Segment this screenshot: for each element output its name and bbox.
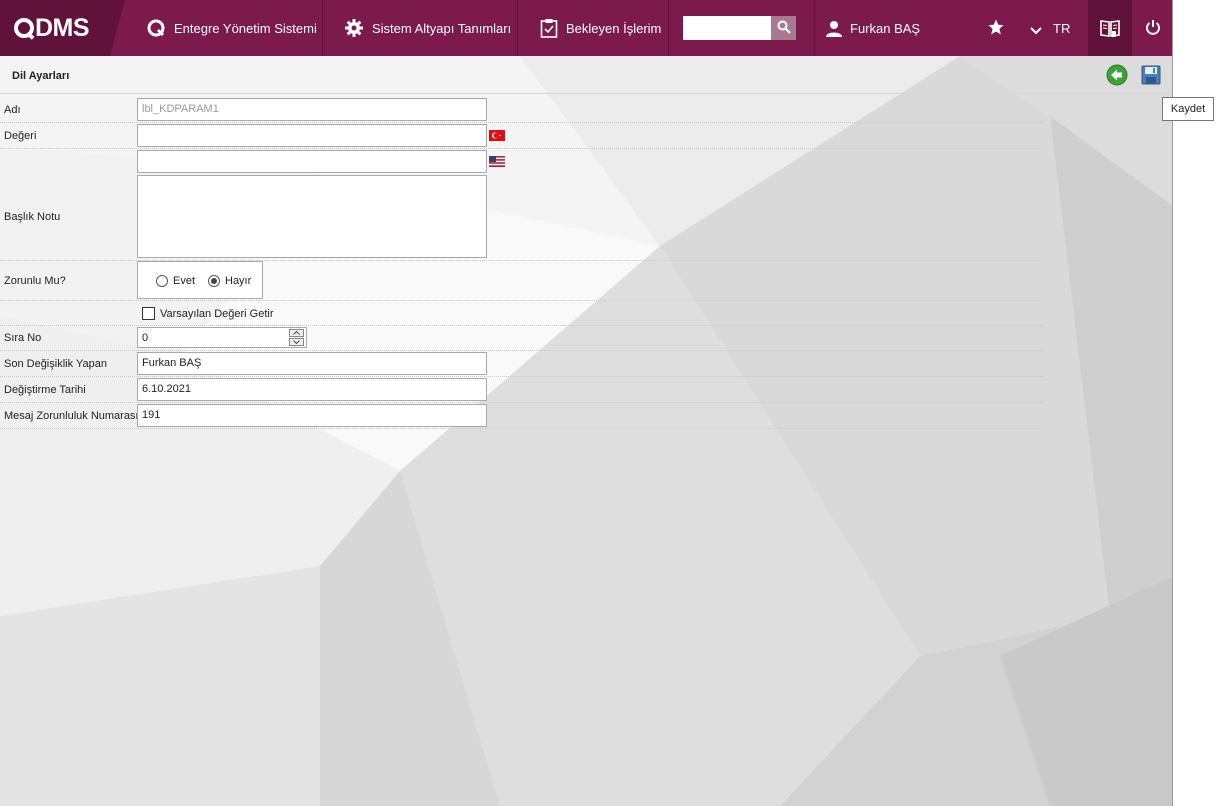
adi-label: Adı	[4, 104, 21, 116]
stepper-down-button[interactable]	[289, 338, 304, 346]
form-row-varsayilan	[0, 300, 1043, 326]
sira-no-label: Sıra No	[4, 332, 42, 344]
title-divider	[0, 93, 1172, 94]
nav-sistem-altyapi-tanimlari[interactable]: Sistem Altyapı Tanımları	[344, 0, 511, 56]
favorites-star-button[interactable]	[984, 0, 1008, 56]
evet-label[interactable]: Evet	[173, 275, 195, 287]
nav-entegre-yonetim-sistemi[interactable]: Entegre Yönetim Sistemi	[146, 0, 317, 56]
adi-field[interactable]: lbl_KDPARAM1	[137, 98, 487, 121]
baslik-notu-label: Başlık Notu	[4, 211, 61, 223]
back-button[interactable]	[1106, 64, 1128, 86]
nav-bekleyen-islerim[interactable]: Bekleyen İşlerim	[540, 0, 661, 56]
clipboard-check-icon	[540, 18, 558, 38]
nav-label: Entegre Yönetim Sistemi	[174, 20, 317, 36]
search-button[interactable]	[771, 16, 796, 40]
logo-area[interactable]: DMS	[0, 0, 125, 56]
language-dropdown-toggle[interactable]	[1028, 4, 1044, 60]
language-selector[interactable]: TR	[1053, 21, 1070, 36]
hayir-label[interactable]: Hayır	[225, 275, 251, 287]
varsayilan-checkbox[interactable]	[142, 307, 155, 320]
mesaj-no-label: Mesaj Zorunluluk Numarası	[4, 410, 139, 422]
book-help-icon	[1088, 0, 1132, 56]
power-icon	[1145, 19, 1161, 38]
zorunlu-radio-group: Evet Hayır	[137, 261, 263, 299]
stepper-buttons	[289, 329, 304, 346]
sira-no-stepper[interactable]: 0	[137, 327, 307, 348]
qdms-logo[interactable]: DMS	[14, 14, 90, 42]
nav-label: Bekleyen İşlerim	[566, 20, 662, 36]
nav-divider	[517, 0, 518, 56]
sira-no-value: 0	[142, 332, 149, 344]
qdms-circle-icon	[146, 18, 166, 38]
evet-radio[interactable]	[156, 275, 168, 287]
search-icon	[777, 20, 791, 37]
page-title: Dil Ayarları	[12, 70, 70, 82]
user-icon	[826, 20, 842, 37]
star-icon	[987, 18, 1005, 39]
user-name: Furkan BAŞ	[850, 20, 921, 36]
floppy-disk-icon	[1140, 65, 1162, 89]
zorunlu-label: Zorunlu Mu?	[4, 275, 66, 287]
mesaj-no-field[interactable]: 191	[137, 404, 487, 427]
baslik-notu-textarea[interactable]	[137, 175, 487, 258]
degistirme-tarihi-field[interactable]: 6.10.2021	[137, 378, 487, 401]
nav-label: Sistem Altyapı Tanımları	[372, 20, 512, 36]
application-window: DMS Entegre Yönetim Sistemi Sistem Altya…	[0, 0, 1173, 806]
chevron-up-icon	[293, 331, 300, 335]
logout-button[interactable]	[1140, 0, 1166, 56]
varsayilan-label[interactable]: Varsayılan Değeri Getir	[160, 308, 274, 320]
top-navigation-bar: DMS Entegre Yönetim Sistemi Sistem Altya…	[0, 0, 1172, 56]
son-degisiklik-label: Son Değişiklik Yapan	[4, 358, 107, 370]
gear-icon	[344, 18, 364, 38]
save-tooltip: Kaydet	[1162, 97, 1214, 121]
degeri-tr-field[interactable]	[137, 124, 487, 147]
search-input[interactable]	[683, 16, 771, 40]
back-arrow-icon	[1106, 64, 1128, 89]
user-menu[interactable]: Furkan BAŞ	[826, 0, 920, 56]
hayir-radio[interactable]	[208, 275, 220, 287]
nav-divider	[668, 0, 669, 56]
stepper-up-button[interactable]	[289, 329, 304, 337]
help-manual-button[interactable]	[1088, 0, 1132, 56]
son-degisiklik-field[interactable]: Furkan BAŞ	[137, 352, 487, 375]
turkey-flag-icon[interactable]	[489, 130, 505, 141]
save-button[interactable]	[1140, 64, 1162, 86]
degeri-label: Değeri	[4, 130, 37, 142]
chevron-down-icon	[293, 340, 300, 344]
nav-divider	[322, 0, 323, 56]
degistirme-tarihi-label: Değiştirme Tarihi	[4, 384, 86, 396]
chevron-down-icon	[1030, 26, 1042, 38]
nav-divider	[814, 0, 815, 56]
